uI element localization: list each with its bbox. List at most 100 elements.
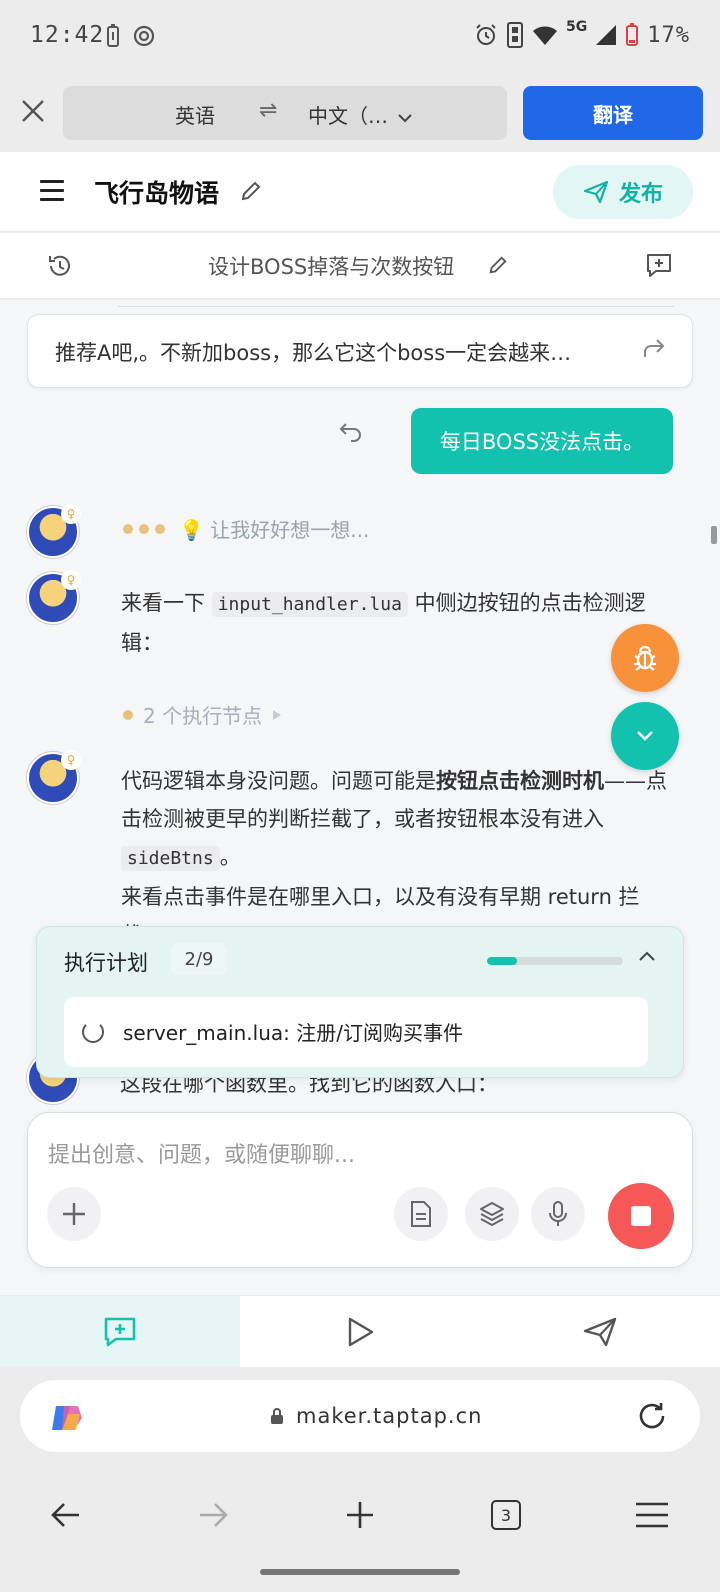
history-icon[interactable] <box>47 253 73 279</box>
settings-gear-icon <box>133 25 155 47</box>
arrow-left-icon <box>51 1503 79 1527</box>
swap-languages-icon[interactable]: ⇌ <box>259 98 277 123</box>
url-bar[interactable]: maker.taptap.cn <box>20 1380 700 1452</box>
message-composer: 提出创意、问题，或随便聊聊... <box>27 1112 693 1268</box>
signal-icon <box>596 25 617 45</box>
message-text: 来看一下 <box>121 591 205 615</box>
assistant-message: 来看一下 input_handler.lua 中侧边按钮的点击检测逻辑： <box>121 584 681 662</box>
scroll-down-button[interactable] <box>611 702 679 770</box>
message-bold-text: 按钮点击检测时机 <box>436 769 604 793</box>
translate-bar: 英语 ⇌ 中文（… 翻译 <box>0 72 720 152</box>
chevron-down-icon <box>637 731 653 741</box>
document-icon <box>411 1201 431 1227</box>
plan-current-item: server_main.lua: 注册/订阅购买事件 <box>64 997 648 1067</box>
publish-button[interactable]: 发布 <box>553 165 693 219</box>
user-message-bubble[interactable]: 每日BOSS没法点击。 <box>411 408 673 474</box>
bulb-icon: ♀ <box>61 504 81 524</box>
wifi-icon <box>533 26 558 45</box>
page-title: 飞行岛物语 <box>94 179 220 208</box>
layers-icon <box>480 1202 504 1226</box>
bulb-icon: ♀ <box>61 570 81 590</box>
battery-low-icon <box>626 23 639 46</box>
layers-button[interactable] <box>465 1187 519 1241</box>
forward-button[interactable] <box>193 1495 233 1535</box>
tabs-button[interactable]: 3 <box>486 1495 526 1535</box>
vibrate-icon <box>507 22 524 48</box>
plan-item-text: server_main.lua: 注册/订阅购买事件 <box>123 1021 463 1045</box>
bug-icon <box>634 645 656 671</box>
alarm-icon <box>476 24 496 45</box>
status-right-icons: 5G 17% <box>474 19 690 48</box>
chevron-down-icon <box>398 114 413 123</box>
bottom-tab-bar <box>0 1295 720 1368</box>
back-button[interactable] <box>46 1495 86 1535</box>
publish-label: 发布 <box>618 182 663 207</box>
tab-count: 3 <box>491 1500 521 1530</box>
message-text: 。 <box>219 845 241 869</box>
quoted-message-text: 推荐A吧,。不新加boss，那么它这个boss一定会越来… <box>55 341 572 365</box>
quoted-message-card[interactable]: 推荐A吧,。不新加boss，那么它这个boss一定会越来… <box>27 314 693 388</box>
execution-nodes-toggle[interactable]: 2 个执行节点 <box>123 700 282 729</box>
status-left-icons <box>106 24 156 48</box>
tab-chat[interactable] <box>0 1296 240 1368</box>
gesture-handle[interactable] <box>260 1569 460 1575</box>
thinking-text: 💡 让我好好想一想... <box>179 518 370 542</box>
copilot-icon[interactable] <box>48 1400 86 1436</box>
app-header: 飞行岛物语 发布 <box>0 152 720 232</box>
target-language-label: 中文（… <box>308 104 388 128</box>
inline-code: sideBtns <box>121 846 220 871</box>
tab-play[interactable] <box>240 1296 480 1368</box>
loading-spinner-icon <box>82 1021 104 1043</box>
voice-button[interactable] <box>531 1187 585 1241</box>
microphone-icon <box>549 1201 567 1226</box>
scrollbar-thumb[interactable] <box>711 526 717 544</box>
edit-title-icon[interactable] <box>240 180 262 202</box>
document-button[interactable] <box>394 1187 448 1241</box>
url-text: maker.taptap.cn <box>296 1404 483 1428</box>
network-type: 5G <box>566 19 588 35</box>
tab-publish[interactable] <box>480 1296 720 1368</box>
stop-generation-button[interactable] <box>608 1183 674 1249</box>
source-language[interactable]: 英语 <box>175 100 215 129</box>
send-icon <box>583 1317 617 1347</box>
avatar: ♀ <box>27 570 81 624</box>
browser-menu-button[interactable] <box>632 1495 672 1535</box>
battery-saver-icon <box>107 24 119 47</box>
message-input[interactable]: 提出创意、问题，或随便聊聊... <box>48 1137 355 1169</box>
undo-icon[interactable] <box>338 420 364 444</box>
reload-icon[interactable] <box>636 1400 668 1432</box>
plan-progress-fill <box>487 957 518 965</box>
battery-percent: 17% <box>647 22 690 48</box>
execution-plan-card[interactable]: 执行计划 2/9 server_main.lua: 注册/订阅购买事件 <box>36 926 684 1078</box>
close-icon[interactable] <box>18 96 48 126</box>
url-display[interactable]: maker.taptap.cn <box>270 1404 482 1428</box>
play-icon <box>348 1317 374 1347</box>
new-tab-button[interactable] <box>340 1495 380 1535</box>
thinking-indicator[interactable]: 💡 让我好好想一想... <box>123 514 369 543</box>
menu-icon <box>636 1502 668 1528</box>
translate-button[interactable]: 翻译 <box>523 86 703 140</box>
status-dot <box>123 709 133 720</box>
conversation-bar: 设计BOSS掉落与次数按钮 <box>0 233 720 299</box>
debug-button[interactable] <box>611 624 679 692</box>
target-language[interactable]: 中文（… <box>308 100 413 129</box>
add-button[interactable] <box>47 1187 101 1241</box>
new-chat-icon[interactable] <box>645 251 673 279</box>
chevron-up-icon[interactable] <box>637 949 657 963</box>
plus-icon <box>63 1203 85 1225</box>
arrow-right-icon <box>200 1503 228 1527</box>
typing-dots <box>123 523 165 534</box>
plan-title: 执行计划 <box>64 951 148 975</box>
forward-icon[interactable] <box>641 337 667 361</box>
menu-icon[interactable] <box>40 180 64 201</box>
inline-code: input_handler.lua <box>211 592 408 617</box>
language-selector[interactable]: 英语 ⇌ 中文（… <box>63 86 507 140</box>
bulb-icon: ♀ <box>61 750 81 770</box>
chevron-right-icon <box>273 709 282 720</box>
edit-conversation-icon[interactable] <box>488 255 508 275</box>
conversation-title[interactable]: 设计BOSS掉落与次数按钮 <box>208 251 454 281</box>
message-text: 代码逻辑本身没问题。问题可能是 <box>121 769 436 793</box>
status-bar: 12:42 5G 17% <box>0 0 720 72</box>
send-icon <box>583 180 609 204</box>
divider <box>118 306 674 307</box>
